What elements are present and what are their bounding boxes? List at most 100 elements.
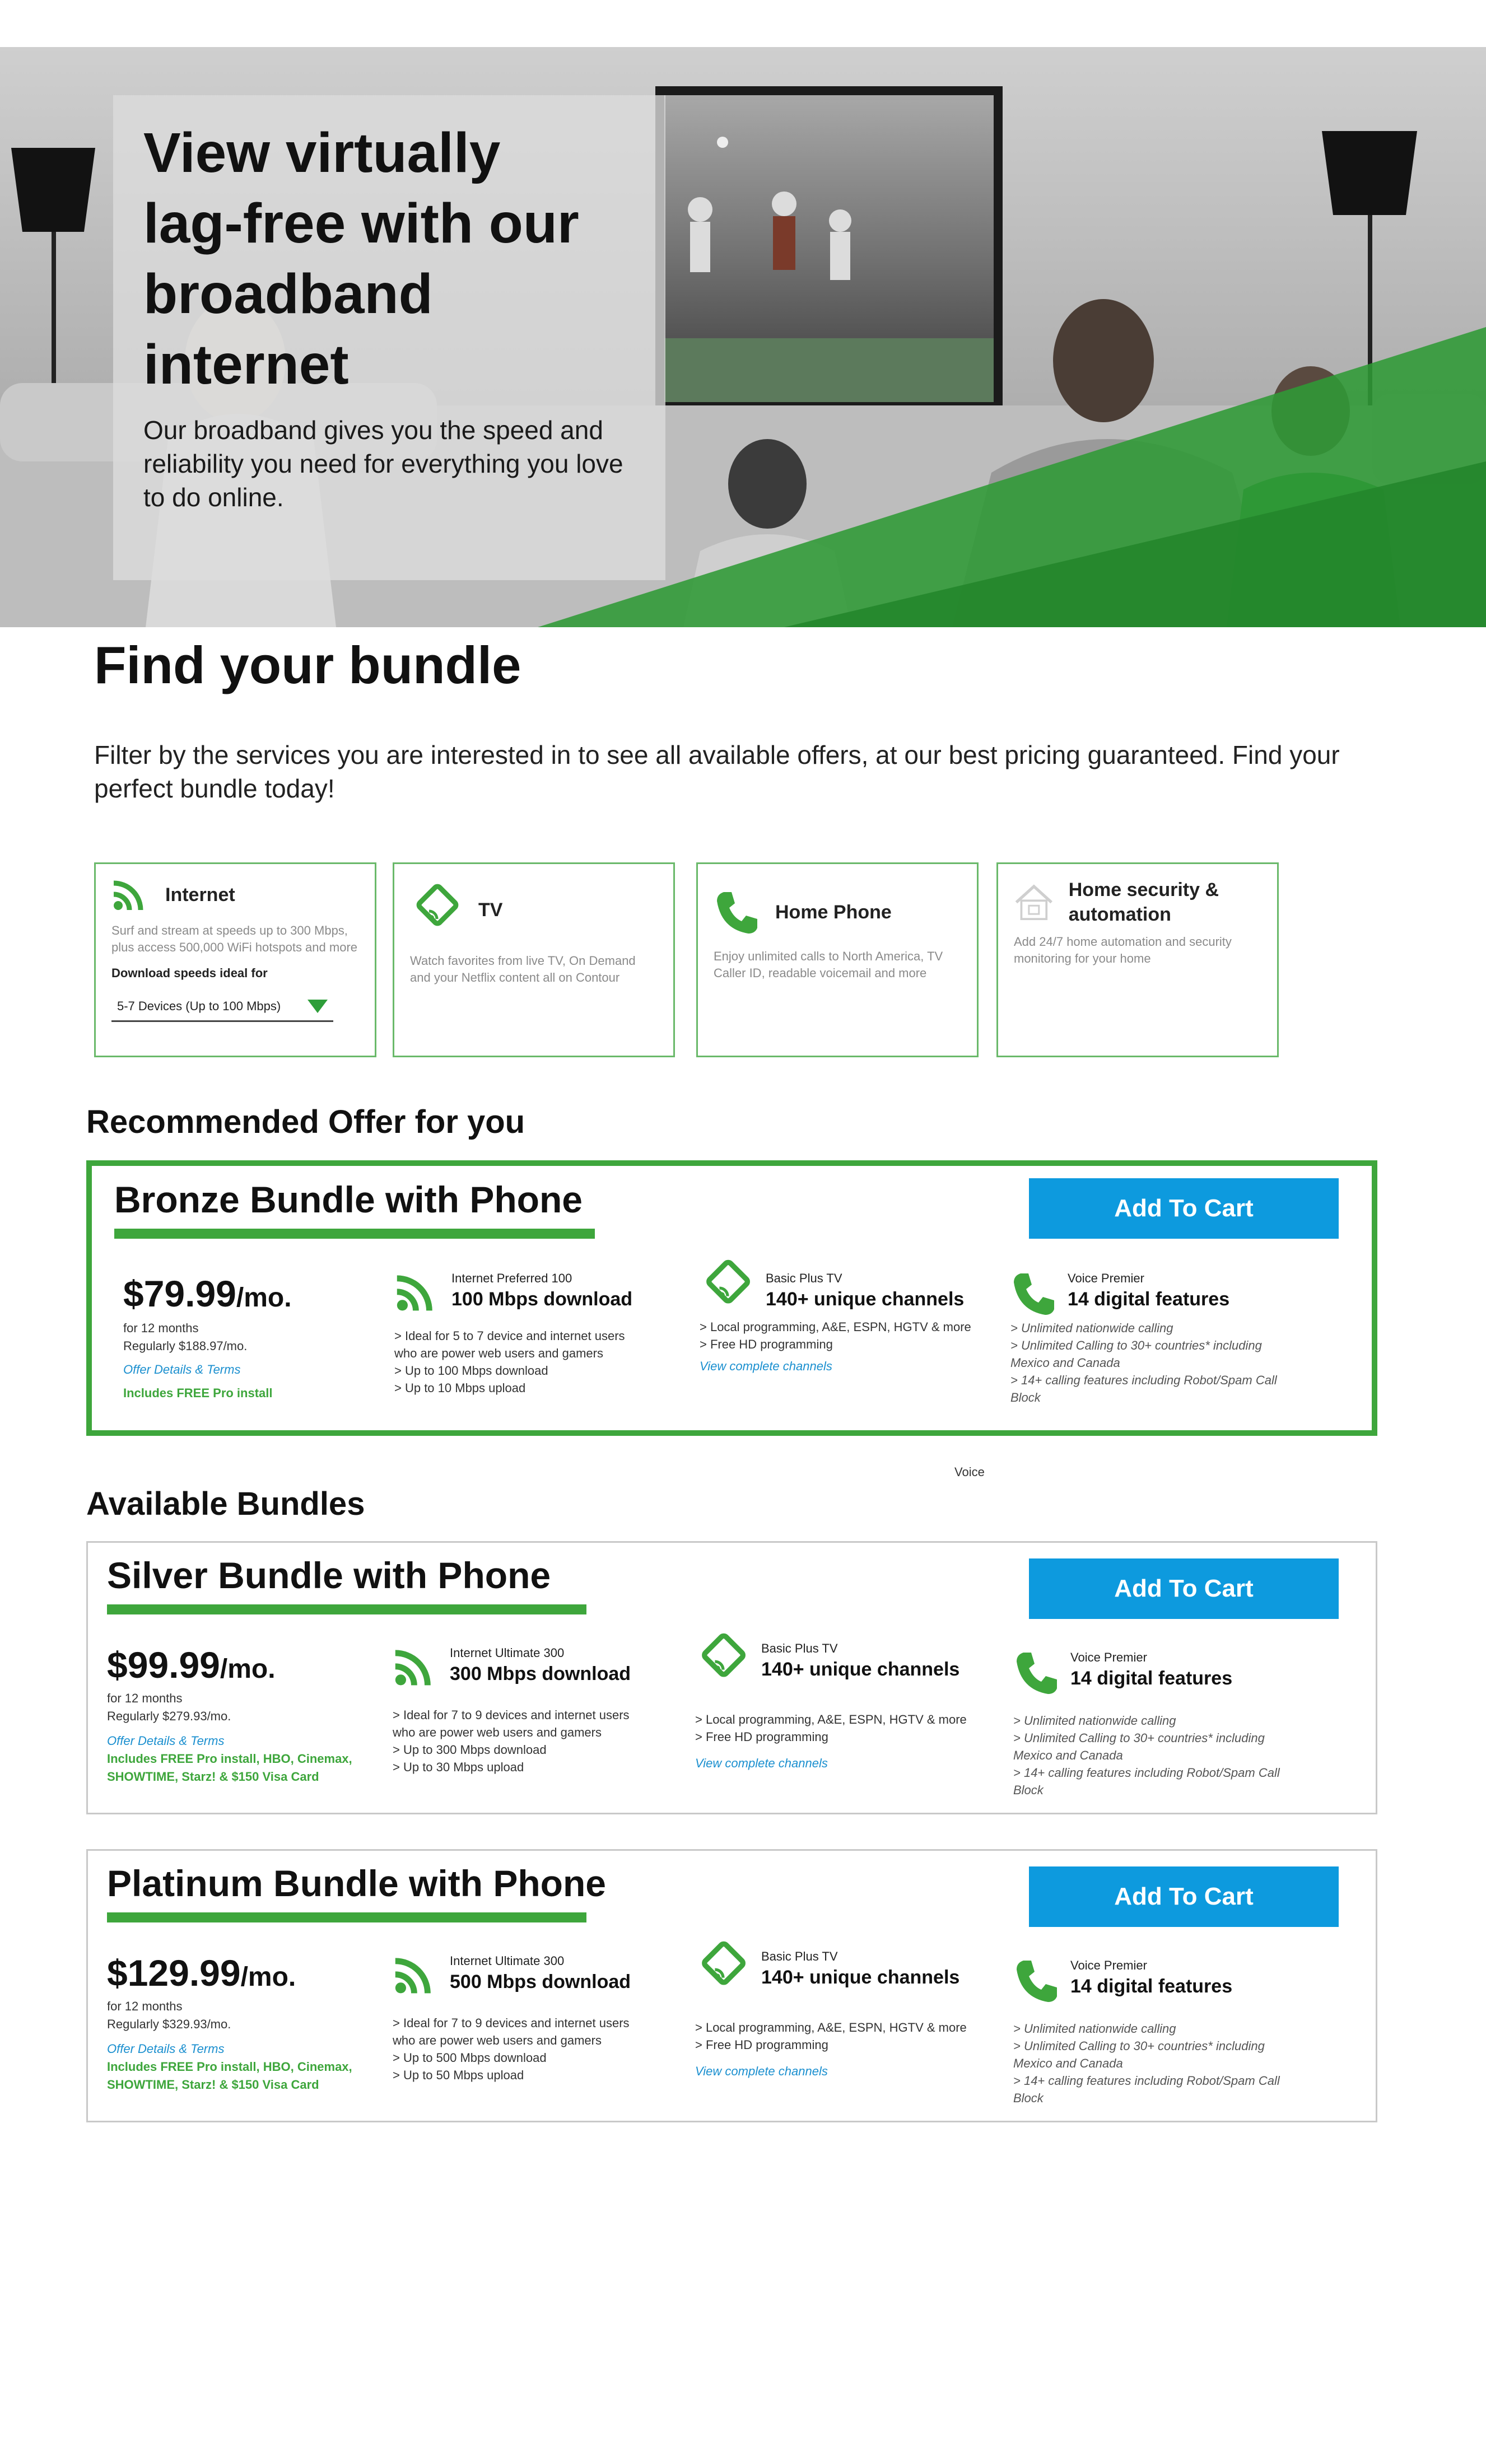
section-heading-recommended: Recommended Offer for you [86,1104,525,1140]
price: $129.99/mo. [107,1952,376,1994]
bundle-title: Silver Bundle with Phone [107,1555,551,1596]
bundle-card-silver: Silver Bundle with Phone Add To Cart $99… [86,1541,1377,1814]
plan-headline: 140+ unique channels [761,1659,960,1680]
promo-text: SHOWTIME, Starz! & $150 Visa Card [107,2078,319,2092]
bullet: Block [1013,2091,1044,2105]
bullet: > Ideal for 5 to 7 device and internet u… [394,1329,625,1343]
plan-name: Basic Plus TV [761,1949,838,1963]
bullet: > Unlimited Calling to 30+ countries* in… [1013,2039,1265,2053]
internet-column: Internet Ultimate 300 500 Mbps download … [393,1953,662,2084]
regular-price: Regularly $329.93/mo. [107,2017,231,2031]
plan-bullets: > Unlimited nationwide calling > Unlimit… [1013,1712,1305,1799]
bullet: > Unlimited nationwide calling [1013,2022,1176,2036]
bullet: Block [1010,1390,1041,1404]
offer-details-link[interactable]: Offer Details & Terms [107,2040,376,2058]
regular-price: Regularly $279.93/mo. [107,1709,231,1723]
plan-bullets: > Ideal for 7 to 9 devices and internet … [393,1706,662,1776]
bullet: Mexico and Canada [1013,2056,1123,2070]
plan-bullets: > Unlimited nationwide calling > Unlimit… [1013,2020,1305,2107]
promo-text: Includes FREE Pro install, HBO, Cinemax, [107,1752,352,1766]
plan-bullets: > Local programming, A&E, ESPN, HGTV & m… [695,1711,986,1746]
bullet: > Free HD programming [695,2038,828,2052]
plan-name: Internet Preferred 100 [451,1271,572,1285]
dropdown-triangle-icon [308,999,328,1013]
voice-column: Voice Premier 14 digital features > Unli… [1013,1957,1305,2107]
price-column: $79.99/mo. for 12 months Regularly $188.… [123,1272,370,1402]
plan-name: Voice Premier [1070,1958,1147,1972]
promo-text: SHOWTIME, Starz! & $150 Visa Card [107,1770,319,1784]
bullet: > Up to 100 Mbps download [394,1364,548,1378]
plan-bullets: > Ideal for 5 to 7 device and internet u… [394,1327,663,1397]
bullet: Mexico and Canada [1013,1748,1123,1762]
bullet: who are power web users and gamers [394,1346,603,1360]
view-channels-link[interactable]: View complete channels [700,1357,991,1375]
bullet: > Up to 10 Mbps upload [394,1381,526,1395]
plan-headline: 14 digital features [1070,1668,1233,1689]
bullet: > Local programming, A&E, ESPN, HGTV & m… [700,1320,971,1334]
filter-card-internet[interactable]: Internet Surf and stream at speeds up to… [94,862,376,1057]
filter-select-label: Download speeds ideal for [111,966,268,980]
voice-column: Voice Premier 14 digital features > Unli… [1013,1649,1305,1799]
internet-column: Internet Ultimate 300 300 Mbps download … [393,1645,662,1776]
price: $99.99/mo. [107,1644,376,1686]
hero-title-line: View virtually [143,122,501,184]
offer-details-link[interactable]: Offer Details & Terms [123,1361,370,1379]
filter-description: Enjoy unlimited calls to North America, … [714,949,943,980]
plan-bullets: > Local programming, A&E, ESPN, HGTV & m… [695,2019,986,2054]
bundle-card-platinum: Platinum Bundle with Phone Add To Cart $… [86,1849,1377,2122]
title-underline [107,1912,586,1922]
bullet: > Up to 50 Mbps upload [393,2068,524,2082]
filter-description: Watch favorites from live TV, On Demand … [410,954,636,984]
plan-headline: 500 Mbps download [450,1971,631,1992]
filter-card-home-phone[interactable]: Home Phone Enjoy unlimited calls to Nort… [696,862,979,1057]
plan-name: Voice Premier [1070,1650,1147,1664]
wifi-icon [397,1275,432,1311]
bundle-card-bronze: Bronze Bundle with Phone Add To Cart $79… [86,1160,1377,1436]
bullet: > 14+ calling features including Robot/S… [1010,1373,1277,1387]
bundle-title: Bronze Bundle with Phone [114,1179,583,1220]
bullet: > 14+ calling features including Robot/S… [1013,1766,1280,1780]
tv-wifi-icon [416,884,459,926]
tv-column: Basic Plus TV 140+ unique channels > Loc… [695,1940,986,2080]
add-to-cart-button[interactable]: Add To Cart [1029,1866,1339,1927]
add-to-cart-button[interactable]: Add To Cart [1029,1558,1339,1619]
plan-headline: 140+ unique channels [766,1289,965,1310]
bullet: > Unlimited nationwide calling [1013,1714,1176,1728]
promo-text: Includes FREE Pro install, HBO, Cinemax, [107,2060,352,2074]
price-unit: /mo. [240,1962,296,1992]
view-channels-link[interactable]: View complete channels [695,2062,986,2080]
filter-title: TV [478,899,503,921]
select-value: 5-7 Devices (Up to 100 Mbps) [117,998,281,1013]
view-channels-link[interactable]: View complete channels [695,1754,986,1772]
wifi-icon [395,1958,431,1994]
price-unit: /mo. [220,1654,276,1684]
add-to-cart-button[interactable]: Add To Cart [1029,1178,1339,1239]
download-speed-select[interactable]: 5-7 Devices (Up to 100 Mbps) [111,992,333,1022]
plan-name: Internet Ultimate 300 [450,1646,565,1660]
bundle-title: Platinum Bundle with Phone [107,1863,606,1904]
filter-card-tv[interactable]: TV Watch favorites from live TV, On Dema… [393,862,675,1057]
price-amount: $129.99 [107,1952,241,1994]
bullet: > Up to 500 Mbps download [393,2051,547,2065]
bullet: > Local programming, A&E, ESPN, HGTV & m… [695,2020,967,2034]
bullet: Mexico and Canada [1010,1356,1120,1370]
plan-bullets: > Unlimited nationwide calling > Unlimit… [1010,1319,1302,1406]
section-heading-available: Available Bundles [86,1486,365,1522]
price-amount: $79.99 [123,1273,236,1314]
filter-card-home-security[interactable]: Home security & automation Add 24/7 home… [996,862,1279,1057]
hero-title-line: internet [143,333,349,396]
bullet: > Ideal for 7 to 9 devices and internet … [393,2016,630,2030]
bullet: Block [1013,1783,1044,1797]
plan-headline: 100 Mbps download [451,1289,633,1310]
filter-description: Add 24/7 home automation and security mo… [1014,935,1232,965]
hero-title-line: broadband [143,263,433,325]
tv-column: Basic Plus TV 140+ unique channels > Loc… [695,1632,986,1772]
hero-card: View virtually lag-free with our broadba… [113,95,665,580]
price-amount: $99.99 [107,1644,220,1686]
offer-details-link[interactable]: Offer Details & Terms [107,1732,376,1750]
hero-title-line: lag-free with our [143,192,579,255]
bullet: who are power web users and gamers [393,2033,602,2047]
bullet: > Up to 300 Mbps download [393,1743,547,1757]
service-filters: Internet Surf and stream at speeds up to… [94,862,1279,1057]
price-term: for 12 months [107,1691,183,1705]
